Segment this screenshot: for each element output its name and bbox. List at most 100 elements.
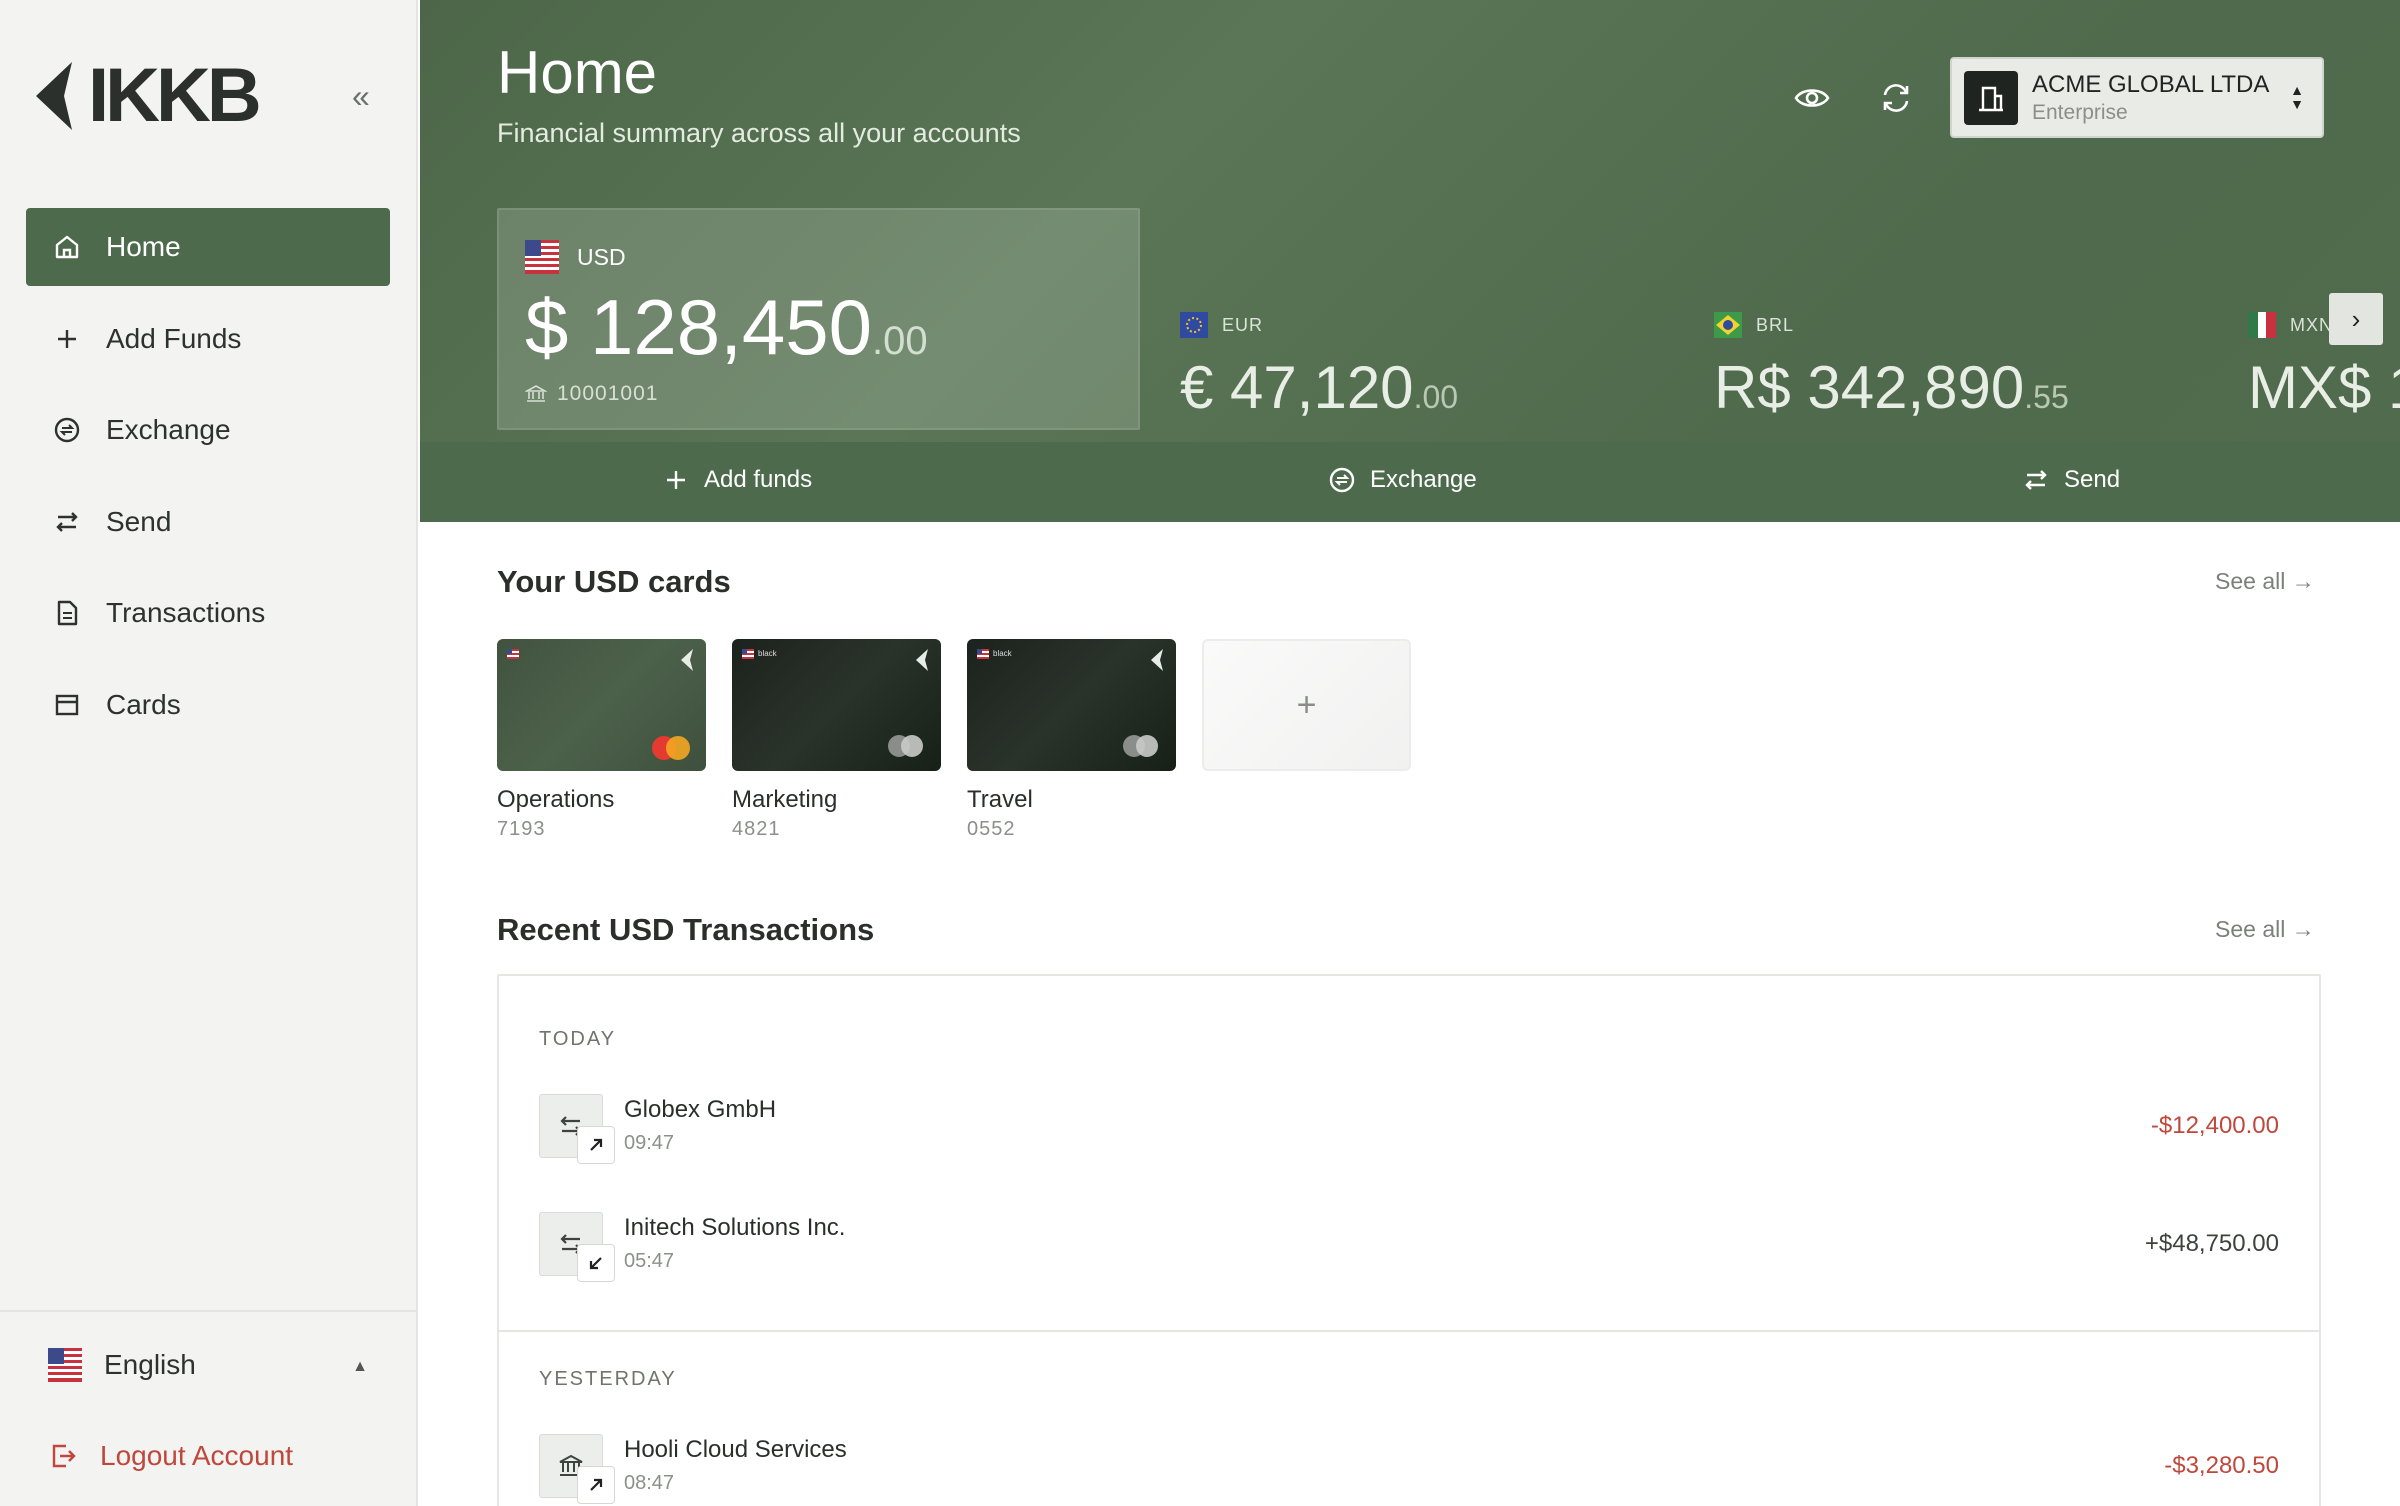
sidebar-item-label: Add Funds [106, 322, 242, 354]
sidebar-nav: Home Add Funds Exchange Send Transaction… [26, 208, 390, 757]
card-icon [52, 690, 82, 720]
brand-name: IKKB [88, 53, 262, 138]
plus-icon [52, 324, 82, 354]
refresh-icon[interactable] [1876, 78, 1916, 118]
logo-arrow-icon [36, 62, 72, 130]
card-label: Operations [497, 786, 615, 813]
mastercard-icon [888, 735, 923, 757]
next-currency-button[interactable]: › [2329, 293, 2383, 345]
card-travel[interactable]: black [967, 639, 1176, 771]
logout-icon [52, 1444, 76, 1468]
us-flag-icon [742, 649, 754, 659]
us-flag-icon [977, 649, 989, 659]
home-icon [52, 232, 82, 262]
currency-code: EUR [1222, 314, 1264, 335]
language-label: English [104, 1349, 196, 1380]
sidebar-item-exchange[interactable]: Exchange [26, 391, 390, 469]
transactions-see-all-link[interactable]: See all → [2215, 916, 2315, 943]
currency-code: BRL [1756, 314, 1795, 335]
sidebar: IKKB « Home Add Funds Exchange Send Tran… [0, 0, 418, 1506]
card-tier: black [758, 649, 777, 658]
exchange-button[interactable]: Exchange [1328, 466, 1477, 494]
add-funds-button[interactable]: Add funds [662, 466, 812, 494]
group-divider [499, 1330, 2319, 1332]
send-button[interactable]: Send [2022, 466, 2120, 494]
card-tier: black [993, 649, 1012, 658]
transaction-time: 09:47 [624, 1132, 675, 1154]
transaction-row[interactable]: Globex GmbH 09:47 -$12,400.00 [539, 1094, 2279, 1164]
group-label-yesterday: YESTERDAY [539, 1368, 677, 1390]
brand-logo[interactable]: IKKB [32, 53, 262, 138]
eu-flag-icon [1180, 312, 1208, 338]
page-title: Home [497, 39, 658, 106]
quick-actions-bar: Add funds Exchange Send [420, 442, 2400, 522]
transaction-amount: -$3,280.50 [2164, 1452, 2279, 1479]
usd-balance-card[interactable]: USD $ 128,450.00 10001001 [497, 208, 1140, 430]
transaction-row[interactable]: Hooli Cloud Services 08:47 -$3,280.50 [539, 1434, 2279, 1504]
add-card-button[interactable]: + [1202, 639, 1411, 771]
document-icon [52, 598, 82, 628]
add-funds-label: Add funds [704, 466, 813, 493]
us-flag-icon [507, 649, 519, 659]
sidebar-item-cards[interactable]: Cards [26, 666, 390, 744]
sidebar-item-label: Cards [106, 688, 181, 720]
mx-flag-icon [2248, 312, 2276, 338]
organization-info: ACME GLOBAL LTDA Enterprise [2032, 71, 2269, 125]
page-subtitle: Financial summary across all your accoun… [497, 118, 1021, 148]
card-operations[interactable] [497, 639, 706, 771]
balance-integer: € 47,120 [1180, 354, 1414, 421]
card-last-digits: 0552 [967, 818, 1016, 840]
sidebar-item-home[interactable]: Home [26, 208, 390, 286]
currency-code: USD [577, 243, 626, 270]
transaction-name: Globex GmbH [624, 1096, 777, 1123]
send-icon [2025, 470, 2047, 490]
arrow-up-right-icon [577, 1126, 615, 1164]
collapse-sidebar-button[interactable]: « [352, 78, 370, 115]
balance-decimals: .55 [2024, 379, 2069, 415]
plus-icon [667, 471, 685, 489]
cards-see-all-link[interactable]: See all → [2215, 568, 2315, 595]
sidebar-item-transactions[interactable]: Transactions [26, 574, 390, 652]
usd-balance-amount: $ 128,450.00 [525, 288, 928, 366]
logo-arrow-icon [681, 649, 693, 671]
sidebar-item-label: Exchange [106, 414, 231, 445]
account-number: 10001001 [525, 382, 658, 406]
card-last-digits: 4821 [732, 818, 781, 840]
eye-icon[interactable] [1792, 78, 1832, 118]
card-marketing[interactable]: black [732, 639, 941, 771]
exchange-icon [52, 415, 82, 445]
transaction-amount: -$12,400.00 [2150, 1112, 2279, 1139]
send-label: Send [2064, 466, 2121, 493]
organization-selector[interactable]: ACME GLOBAL LTDA Enterprise ▲ ▼ [1950, 57, 2324, 138]
sidebar-item-send[interactable]: Send [26, 483, 390, 561]
group-label-today: TODAY [539, 1028, 617, 1050]
us-flag-icon [48, 1348, 82, 1382]
transaction-time: 05:47 [624, 1250, 675, 1272]
balance-integer: R$ 342,890 [1714, 354, 2025, 421]
balance-integer: $ 128,450 [525, 283, 873, 371]
language-selector[interactable]: English ▲ [48, 1348, 368, 1382]
building-icon [1964, 70, 2018, 125]
organization-name: ACME GLOBAL LTDA [2032, 70, 2270, 98]
transaction-row[interactable]: Initech Solutions Inc. 05:47 +$48,750.00 [539, 1212, 2279, 1282]
exchange-icon [1329, 467, 1355, 493]
cards-section-title: Your USD cards [497, 564, 731, 599]
transaction-amount: +$48,750.00 [2144, 1230, 2279, 1257]
logo-arrow-icon [1151, 649, 1163, 671]
logo-arrow-icon [916, 649, 928, 671]
eur-balance[interactable]: EUR € 47,120.00 [1180, 312, 1458, 418]
chevron-updown-icon: ▲ ▼ [2290, 82, 2304, 112]
transactions-list: TODAY Globex GmbH 09:47 -$12,400.00 Init… [497, 974, 2321, 1506]
mastercard-icon [652, 736, 690, 760]
balance-decimals: .00 [872, 319, 928, 363]
mxn-balance-amount: MX$ 1 [2248, 358, 2400, 418]
sidebar-item-add-funds[interactable]: Add Funds [26, 300, 390, 378]
balance-hero: Home Financial summary across all your a… [420, 0, 2400, 522]
sidebar-item-label: Transactions [106, 597, 266, 628]
card-label: Travel [967, 786, 1033, 813]
brl-balance-amount: R$ 342,890.55 [1714, 358, 2069, 418]
brl-balance[interactable]: BRL R$ 342,890.55 [1714, 312, 2069, 418]
sidebar-footer: English ▲ Logout Account [0, 1310, 418, 1471]
balance-decimals: .00 [1413, 379, 1459, 415]
logout-button[interactable]: Logout Account [48, 1440, 293, 1472]
